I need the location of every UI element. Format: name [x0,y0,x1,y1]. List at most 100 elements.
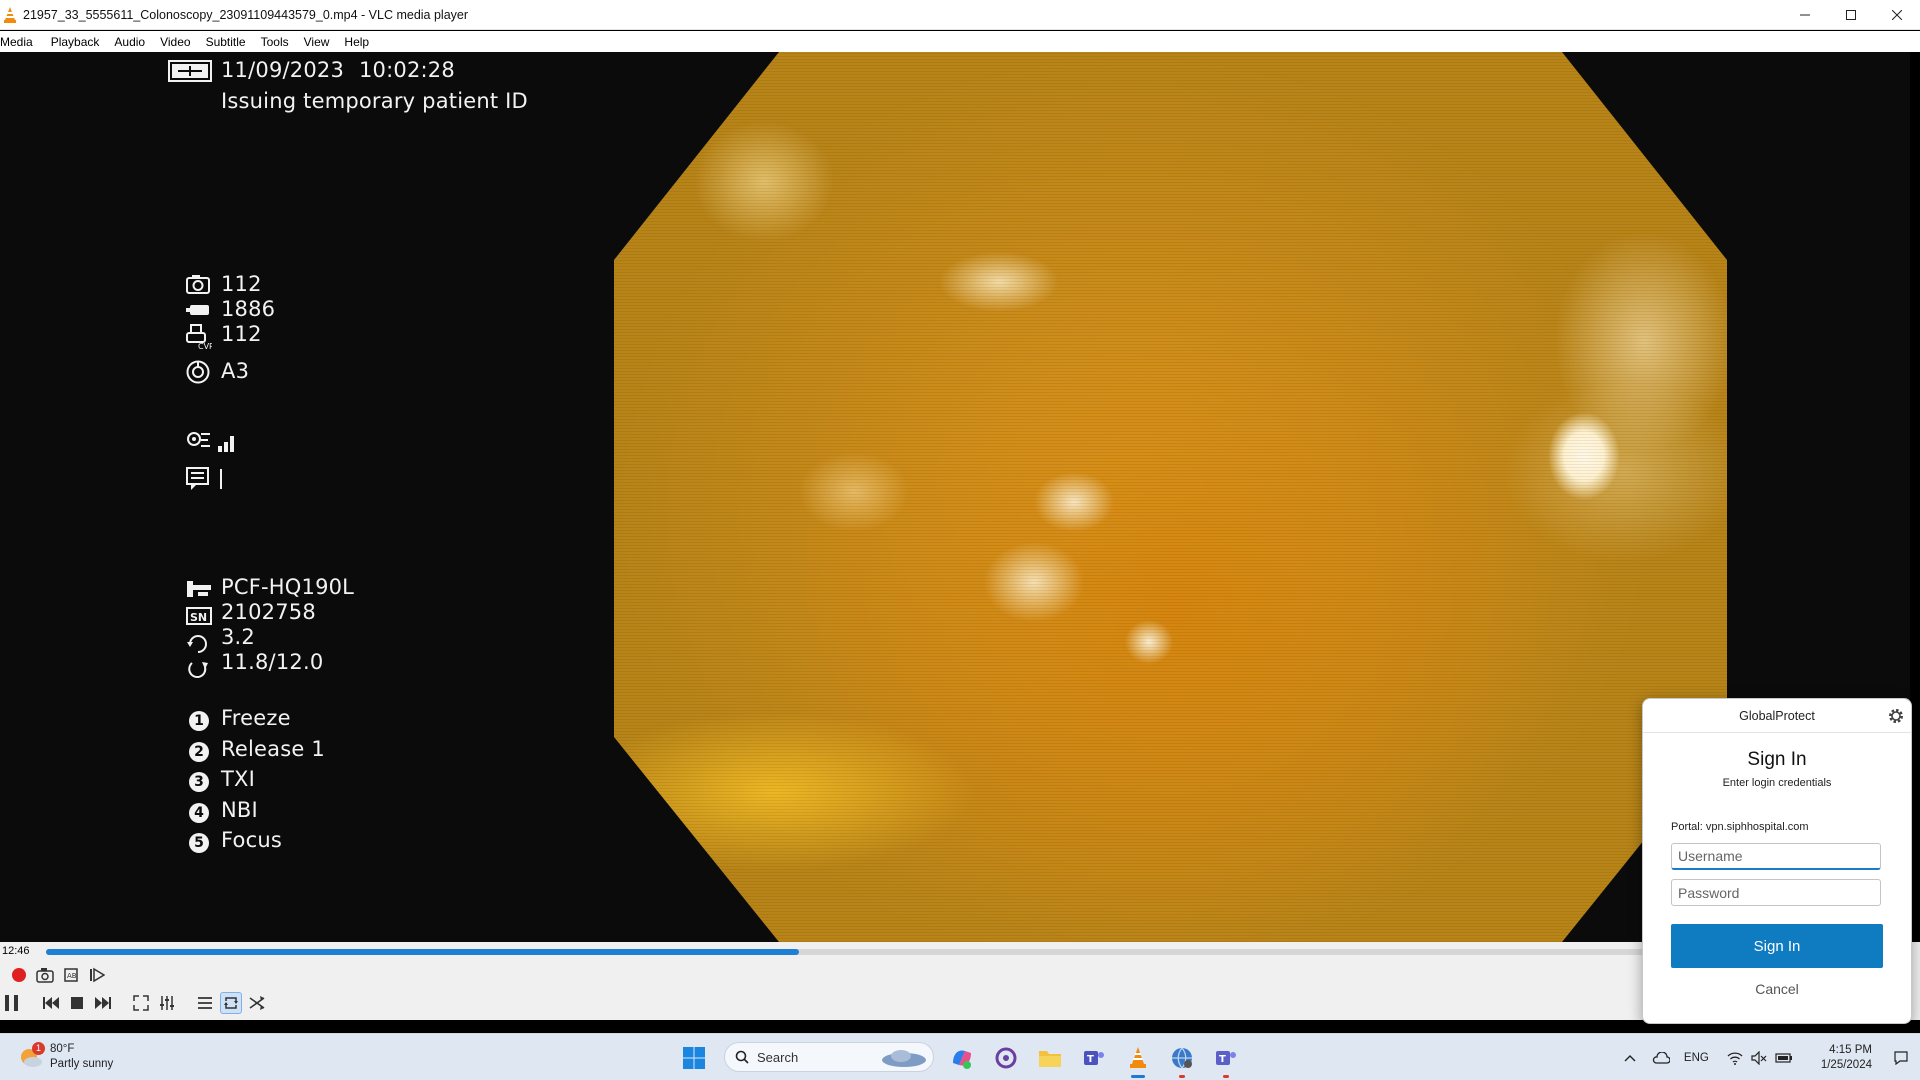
stop-icon [71,997,83,1009]
legend-number-4: 4 [189,803,209,823]
shuffle-icon [249,996,265,1010]
desktop: 21957_33_5555611_Colonoscopy_23091109443… [0,0,1920,1080]
printer-cvp-icon: CVP [186,324,212,350]
alert-indicator [1179,1075,1185,1078]
notification-icon[interactable] [1894,1050,1908,1065]
taskbar-clock[interactable]: 4:15 PM 1/25/2024 [1821,1043,1872,1073]
player-controls: 12:46 AB [0,942,1920,1020]
iris-icon [186,360,210,384]
taskbar-vlc[interactable] [1124,1044,1152,1078]
legend-number-3: 3 [189,772,209,792]
playlist-button[interactable] [194,992,216,1014]
taskbar-copilot[interactable] [948,1044,976,1072]
menu-video[interactable]: Video [160,35,200,49]
menu-tools[interactable]: Tools [261,35,299,49]
overlay-time: 10:02:28 [359,58,455,82]
taskbar-app-circle[interactable] [992,1044,1020,1072]
svg-text:T: T [1087,1054,1094,1065]
record-button[interactable] [8,964,30,986]
stop-button[interactable] [66,992,88,1014]
teams-icon: T [1084,1051,1104,1065]
globalprotect-panel: GlobalProtect Sign In Enter login creden… [1642,698,1912,1024]
menu-playback[interactable]: Playback [51,35,110,49]
overlay-counter-4: A3 [221,359,250,383]
loop-icon [224,997,238,1009]
folder-icon [1039,1051,1061,1067]
playlist-icon [198,997,212,1009]
signin-button[interactable]: Sign In [1671,924,1883,968]
vlc-cone-icon [1130,1047,1146,1068]
active-indicator [1131,1075,1145,1078]
gear-icon[interactable] [1887,707,1905,725]
search-label: Search [757,1049,799,1065]
weather-widget[interactable]: 1 80°F Partly sunny [18,1042,113,1072]
record-icon [12,968,26,982]
portal-label: Portal: vpn.siphhospital.com [1671,821,1809,833]
fullscreen-icon [133,995,149,1011]
wifi-icon[interactable] [1727,1051,1743,1065]
chevron-up-icon[interactable] [1624,1054,1636,1062]
rotation-icon [187,635,207,653]
frame-step-icon [90,967,105,983]
frame-step-button[interactable] [86,964,108,986]
taskbar-globalprotect[interactable] [1168,1044,1196,1078]
pause-button[interactable] [0,992,24,1014]
loop-button[interactable] [220,992,242,1014]
extended-settings-button[interactable] [156,992,178,1014]
taskbar-teams[interactable]: T [1212,1044,1240,1078]
camera-icon [186,275,210,294]
overlay-counter-2: 1886 [221,297,276,321]
close-button[interactable] [1874,0,1920,30]
onedrive-cloud-icon[interactable] [1652,1051,1670,1064]
overlay-date: 11/09/2023 [221,58,345,82]
video-area[interactable]: 11/09/2023 10:02:28 Issuing temporary pa… [0,52,1910,942]
scope-model: PCF-HQ190L [221,575,355,599]
globalprotect-header: GlobalProtect [1643,699,1911,733]
menu-audio[interactable]: Audio [114,35,155,49]
menu-media[interactable]: Media [0,35,43,49]
camera-icon [36,968,54,983]
password-field[interactable] [1671,879,1881,906]
username-field[interactable] [1671,843,1881,870]
menu-help[interactable]: Help [344,35,379,49]
svg-text:T: T [1219,1054,1226,1065]
legend-label-focus: Focus [221,828,282,852]
menu-subtitle[interactable]: Subtitle [206,35,256,49]
scope-cycle-value: 11.8/12.0 [221,650,324,674]
legend-label-txi: TXI [221,767,256,791]
previous-button[interactable] [40,992,62,1014]
fullscreen-button[interactable] [130,992,152,1014]
windows-start-icon[interactable] [682,1046,706,1070]
signal-strength-icon [187,432,234,452]
cancel-button[interactable]: Cancel [1643,981,1911,997]
taskbar: 1 80°F Partly sunny Search T T ENG 4:15 … [0,1033,1920,1080]
taskbar-file-explorer[interactable] [1036,1044,1064,1072]
seek-bar[interactable] [46,949,1910,955]
language-indicator[interactable]: ENG [1684,1052,1709,1064]
minimize-button[interactable] [1782,0,1828,30]
menu-view[interactable]: View [304,35,340,49]
scope-serial: 2102758 [221,600,316,624]
taskbar-search[interactable]: Search [724,1042,934,1072]
equalizer-icon [160,996,174,1010]
svg-text:AB: AB [67,972,77,980]
loop-ab-button[interactable]: AB [60,964,82,986]
weather-desc: Partly sunny [50,1058,114,1070]
legend-label-freeze: Freeze [221,706,291,730]
next-button[interactable] [92,992,114,1014]
weather-temp: 80°F [50,1043,75,1055]
maximize-button[interactable] [1828,0,1874,30]
scope-model-icon [187,581,211,597]
legend-number-5: 5 [189,833,209,853]
shuffle-button[interactable] [246,992,268,1014]
serial-number-icon: SN [186,607,212,625]
battery-icon[interactable] [1775,1052,1793,1064]
app-ring-icon [995,1047,1017,1069]
snapshot-button[interactable] [34,964,56,986]
speaker-muted-icon[interactable] [1751,1050,1767,1065]
maximize-icon [1846,10,1856,20]
signin-heading: Sign In [1747,749,1807,770]
taskbar-teams-classic[interactable]: T [1080,1044,1108,1072]
signin-subtitle: Enter login credentials [1722,777,1832,789]
globe-icon [1172,1047,1192,1070]
